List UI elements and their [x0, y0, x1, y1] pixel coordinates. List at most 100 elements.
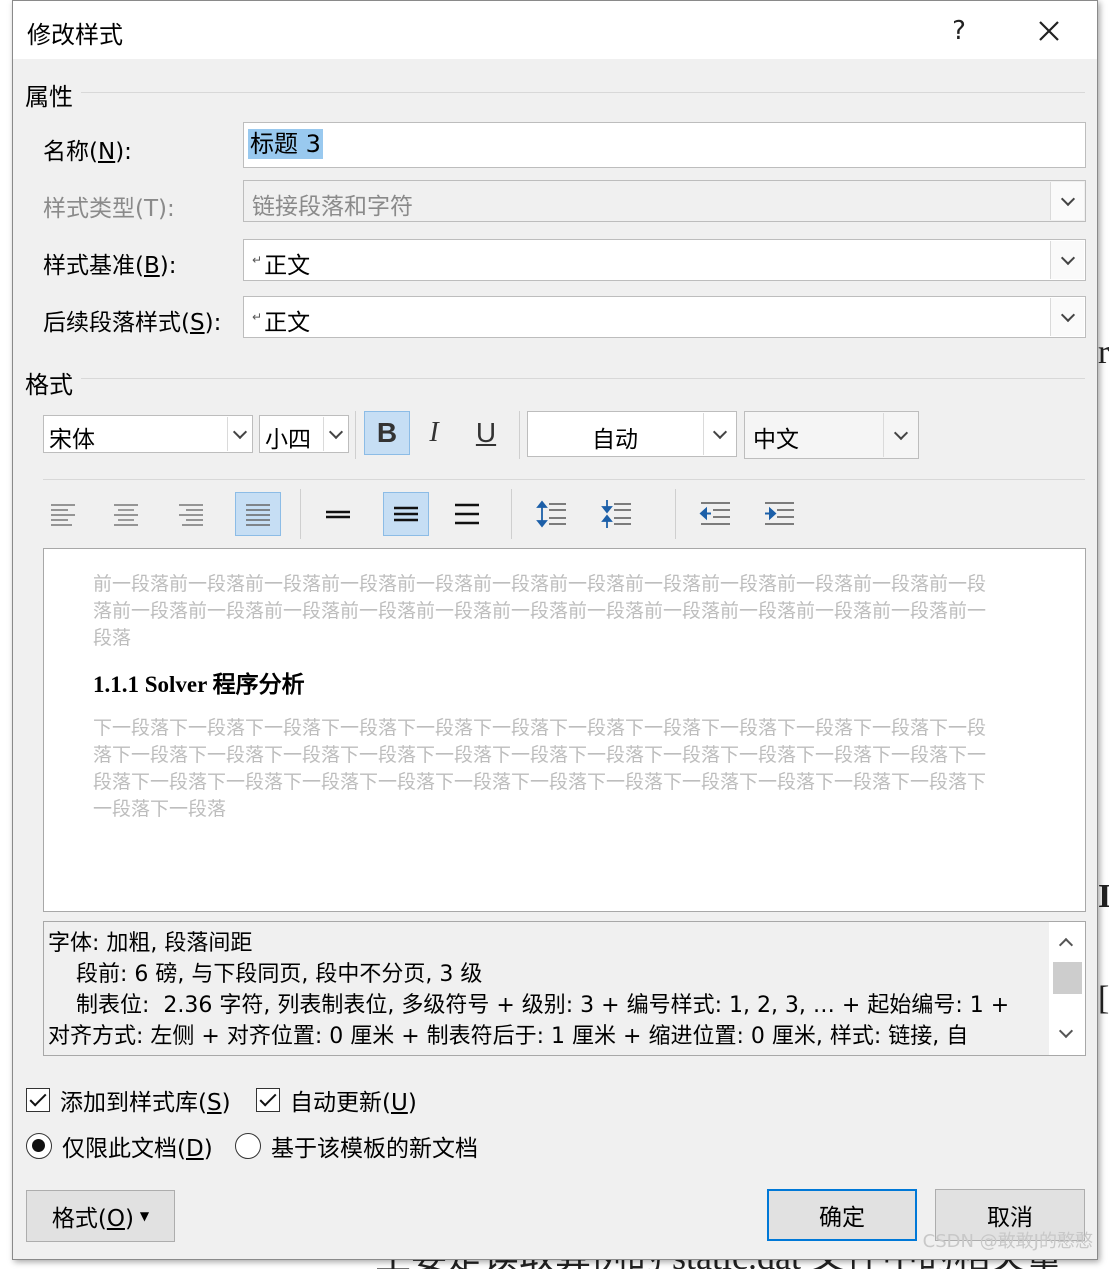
- chevron-down-icon[interactable]: [1050, 298, 1084, 336]
- auto-update-checkbox[interactable]: 自动更新(U): [256, 1083, 417, 1117]
- underline-button[interactable]: U: [463, 411, 509, 455]
- description-line: 制表位: 2.36 字符, 列表制表位, 多级符号 + 级别: 3 + 编号样式…: [48, 993, 1010, 1018]
- description-line: 段前: 6 磅, 与下段同页, 段中不分页, 3 级: [48, 962, 483, 987]
- style-description-text: 字体: 加粗, 段落间距 段前: 6 磅, 与下段同页, 段中不分页, 3 级 …: [44, 922, 1049, 1055]
- radio-selected-icon[interactable]: [26, 1133, 52, 1159]
- toolbar-separator: [675, 489, 676, 539]
- align-left-icon: [51, 504, 75, 526]
- close-button[interactable]: [1027, 9, 1071, 53]
- caret-down-icon: ▼: [139, 1209, 150, 1223]
- description-line: 对齐方式: 左侧 + 对齐位置: 0 厘米 + 制表符后于: 1 厘米 + 缩进…: [48, 1024, 969, 1049]
- name-label: 名称(N):: [43, 139, 132, 165]
- following-style-value: 正文: [264, 310, 311, 336]
- increase-indent-icon: [765, 502, 794, 525]
- scroll-down-icon[interactable]: [1058, 1023, 1074, 1039]
- single-spacing-icon: [326, 510, 350, 519]
- justify-button[interactable]: [235, 492, 281, 536]
- bold-button[interactable]: B: [364, 411, 410, 455]
- chevron-down-icon[interactable]: [883, 413, 917, 457]
- based-on-value: 正文: [264, 253, 311, 279]
- scroll-up-icon[interactable]: [1058, 937, 1074, 953]
- preview-next-paragraph: 下一段落下一段落下一段落下一段落下一段落下一段落下一段落下一段落下一段落下一段落…: [93, 717, 987, 820]
- toolbar-separator: [511, 489, 512, 539]
- font-color-select[interactable]: 自动: [527, 411, 737, 457]
- help-button[interactable]: ?: [937, 9, 981, 53]
- align-right-button[interactable]: [168, 492, 214, 536]
- following-style-label: 后续段落样式(S):: [43, 310, 222, 336]
- increase-indent-button[interactable]: [756, 492, 802, 536]
- radio-unselected-icon[interactable]: [235, 1133, 261, 1159]
- checkbox-checked-icon[interactable]: [26, 1088, 50, 1112]
- new-documents-radio[interactable]: 基于该模板的新文档: [235, 1129, 478, 1163]
- add-to-gallery-label: 添加到样式库(S): [60, 1090, 231, 1116]
- modify-style-dialog: 修改样式 ? 属性 名称(N): 标题 3 样式类型(T): 链接段落和字符 样…: [12, 0, 1098, 1260]
- background-document-fragment-2: I: [1098, 878, 1109, 915]
- decrease-indent-button[interactable]: [692, 492, 738, 536]
- based-on-label: 样式基准(B):: [43, 253, 177, 279]
- only-this-document-radio[interactable]: 仅限此文档(D): [26, 1129, 213, 1163]
- format-menu-label: 格式(O): [51, 1206, 134, 1232]
- watermark: CSDN @敢敢J的憨憨: [922, 1231, 1093, 1252]
- auto-update-label: 自动更新(U): [290, 1090, 417, 1116]
- scroll-thumb[interactable]: [1053, 962, 1082, 994]
- format-section-label: 格式: [25, 371, 73, 399]
- preview-previous-paragraph: 前一段落前一段落前一段落前一段落前一段落前一段落前一段落前一段落前一段落前一段落…: [93, 573, 987, 649]
- background-document-fragment-3: [: [1098, 980, 1109, 1017]
- align-center-icon: [114, 504, 138, 526]
- paragraph-mark-icon: ↵: [252, 253, 263, 268]
- toolbar-divider: [43, 479, 1085, 480]
- description-line: 字体: 加粗, 段落间距: [48, 931, 253, 956]
- following-style-select[interactable]: ↵正文: [243, 296, 1086, 338]
- style-preview: 前一段落前一段落前一段落前一段落前一段落前一段落前一段落前一段落前一段落前一段落…: [43, 548, 1086, 912]
- one-half-spacing-icon: [394, 506, 418, 522]
- name-input[interactable]: 标题 3: [243, 122, 1086, 168]
- decrease-paragraph-spacing-button[interactable]: [593, 492, 639, 536]
- align-center-button[interactable]: [103, 492, 149, 536]
- toolbar-separator: [355, 411, 356, 459]
- increase-spacing-icon: [536, 500, 566, 528]
- properties-section-label: 属性: [25, 83, 73, 111]
- font-size-value: 小四: [265, 427, 311, 453]
- font-value: 宋体: [49, 427, 95, 453]
- add-to-gallery-checkbox[interactable]: 添加到样式库(S): [26, 1083, 231, 1117]
- format-menu-button[interactable]: 格式(O) ▼: [26, 1190, 175, 1242]
- style-description: 字体: 加粗, 段落间距 段前: 6 磅, 与下段同页, 段中不分页, 3 级 …: [43, 921, 1086, 1056]
- only-this-document-label: 仅限此文档(D): [62, 1136, 213, 1162]
- increase-paragraph-spacing-button[interactable]: [528, 492, 574, 536]
- chevron-down-icon[interactable]: [1050, 241, 1084, 279]
- format-divider: [81, 378, 1085, 379]
- dialog-title: 修改样式: [27, 21, 123, 49]
- new-documents-label: 基于该模板的新文档: [271, 1136, 478, 1162]
- description-scrollbar[interactable]: [1049, 922, 1085, 1055]
- decrease-spacing-icon: [601, 500, 631, 528]
- name-input-value: 标题 3: [248, 129, 323, 159]
- font-color-value: 自动: [592, 427, 638, 453]
- one-half-spacing-button[interactable]: [383, 492, 429, 536]
- ok-button[interactable]: 确定: [767, 1189, 917, 1241]
- chevron-down-icon[interactable]: [323, 417, 347, 451]
- double-spacing-icon: [455, 503, 479, 525]
- style-type-select: 链接段落和字符: [243, 180, 1086, 222]
- checkbox-checked-icon[interactable]: [256, 1088, 280, 1112]
- font-size-select[interactable]: 小四: [259, 415, 349, 453]
- chevron-down-icon[interactable]: [703, 413, 735, 455]
- toolbar-separator: [300, 489, 301, 539]
- font-select[interactable]: 宋体: [43, 415, 253, 453]
- toolbar-separator: [519, 411, 520, 459]
- script-select[interactable]: 中文: [744, 411, 919, 459]
- properties-divider: [81, 92, 1085, 93]
- chevron-down-icon[interactable]: [227, 417, 251, 451]
- script-value: 中文: [753, 427, 799, 453]
- italic-button[interactable]: I: [411, 411, 457, 455]
- background-document-fragment: r: [1098, 334, 1109, 371]
- align-left-button[interactable]: [40, 492, 86, 536]
- justify-icon: [246, 504, 270, 526]
- decrease-indent-icon: [699, 502, 730, 525]
- chevron-down-icon: [1050, 182, 1084, 220]
- double-spacing-button[interactable]: [444, 492, 490, 536]
- align-right-icon: [179, 504, 203, 526]
- based-on-select[interactable]: ↵正文: [243, 239, 1086, 281]
- close-icon: [1039, 21, 1059, 41]
- paragraph-mark-icon: ↵: [252, 310, 263, 325]
- single-spacing-button[interactable]: [315, 492, 361, 536]
